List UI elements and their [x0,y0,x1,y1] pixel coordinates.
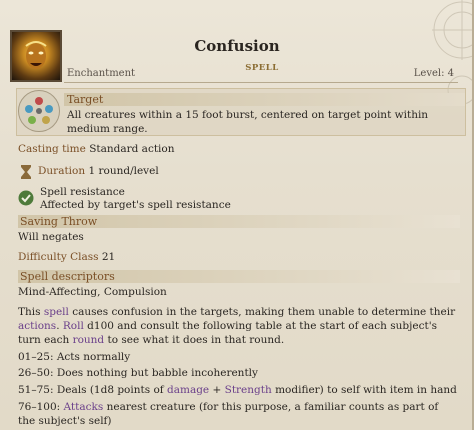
link-damage[interactable]: damage [167,384,209,396]
link-strength[interactable]: Strength [225,384,272,396]
table-row-1: 01–25: Acts normally [18,351,131,363]
duration-label: Duration [38,165,86,177]
spell-descriptors-label: Spell descriptors [18,270,460,283]
description-text: This [18,306,44,318]
description-text: causes confusion in the targets, making … [68,306,456,318]
spell-resistance-value: Affected by target's spell resistance [40,199,231,211]
casting-time-row: Casting time Standard action [18,142,175,156]
link-round[interactable]: round [73,334,105,346]
table-text: 76–100: [18,401,64,413]
saving-throw-label: Saving Throw [18,215,460,228]
spell-description: This spell causes confusion in the targe… [18,305,458,347]
spell-tooltip: Confusion Enchantment SPELL Level: 4 Tar… [0,0,474,430]
link-attacks[interactable]: Attacks [64,401,104,413]
duration-row: Duration 1 round/level [38,164,159,178]
spell-resistance-label: Spell resistance [40,186,125,198]
spell-level: Level: 4 [413,68,454,79]
table-row-4: 76–100: Attacks nearest creature (for th… [18,400,458,428]
casting-time-label: Casting time [18,143,86,155]
link-actions[interactable]: actions [18,320,56,332]
target-text: All creatures within a 15 foot burst, ce… [67,109,429,135]
difficulty-class-value: 21 [101,251,116,263]
header-divider [64,82,458,83]
target-icon [18,90,60,132]
difficulty-class-label: Difficulty Class [18,251,99,263]
saving-throw-value: Will negates [18,231,84,243]
spell-descriptors-value: Mind-Affecting, Compulsion [18,286,167,298]
difficulty-class-row: Difficulty Class 21 [18,250,115,264]
table-text: modifier) to self with item in hand [271,384,457,396]
target-label: Target [64,93,465,106]
casting-time-value: Standard action [89,143,175,155]
link-roll[interactable]: Roll [63,320,84,332]
table-text: 51–75: Deals (1d8 points of [18,384,167,396]
duration-value: 1 round/level [88,165,159,177]
description-text: to see what it does in that round. [104,334,285,346]
table-row-3: 51–75: Deals (1d8 points of damage + Str… [18,383,458,397]
spell-title: Confusion [194,37,280,55]
table-row-2: 26–50: Does nothing but babble incoheren… [18,367,258,379]
spell-type-tag: SPELL [245,63,279,73]
description-text: . [56,320,63,332]
table-text: + [209,384,225,396]
hourglass-icon [21,165,31,179]
checkmark-icon [18,190,34,206]
link-spell[interactable]: spell [44,306,69,318]
